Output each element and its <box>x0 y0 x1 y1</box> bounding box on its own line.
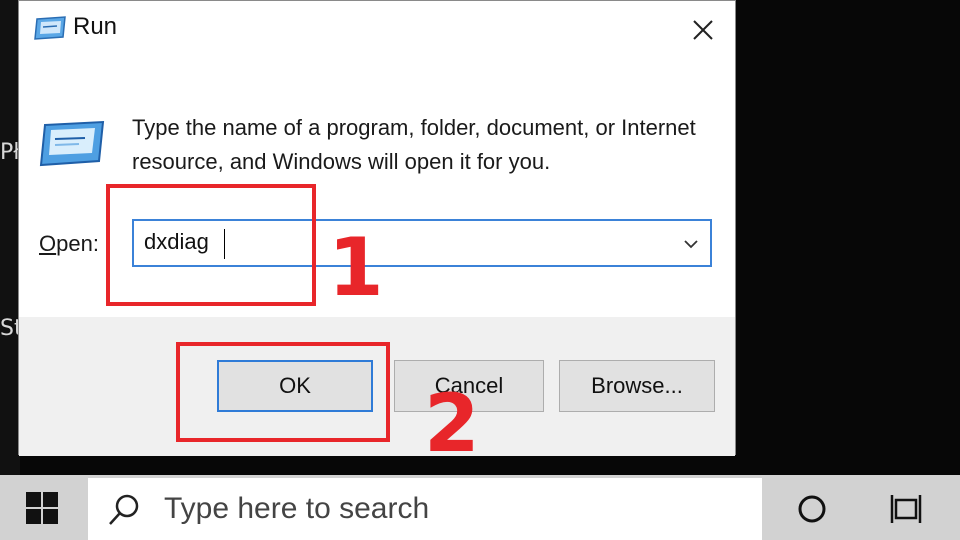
open-label-text: pen: <box>56 231 99 256</box>
step-number-1: 1 <box>328 221 384 314</box>
open-label: Open: <box>39 231 99 257</box>
cortana-circle-icon <box>798 495 826 523</box>
dialog-description: Type the name of a program, folder, docu… <box>132 115 696 174</box>
search-placeholder: Type here to search <box>164 492 430 525</box>
start-button[interactable] <box>0 475 84 540</box>
run-program-icon <box>39 120 105 167</box>
search-icon <box>109 494 139 525</box>
desktop-icon-label: Pł <box>0 140 20 165</box>
browse-button[interactable]: Browse... <box>559 360 715 412</box>
callout-box-step-2 <box>176 342 390 442</box>
run-app-icon <box>34 16 66 40</box>
callout-box-step-1 <box>106 184 316 306</box>
windows-logo-icon <box>26 491 58 524</box>
open-label-accelerator: O <box>39 231 57 256</box>
step-number-2: 2 <box>424 377 480 470</box>
task-view-icon <box>890 495 922 523</box>
chevron-down-icon[interactable] <box>682 235 700 253</box>
close-button[interactable] <box>671 1 735 59</box>
dialog-titlebar[interactable]: Run <box>19 1 735 59</box>
dialog-title: Run <box>73 13 118 40</box>
close-icon <box>693 20 713 40</box>
task-view-button[interactable] <box>884 487 928 531</box>
taskbar: Type here to search <box>0 475 960 540</box>
desktop-left-strip <box>0 0 20 475</box>
taskbar-search-box[interactable]: Type here to search <box>88 478 762 540</box>
cortana-button[interactable] <box>790 487 834 531</box>
